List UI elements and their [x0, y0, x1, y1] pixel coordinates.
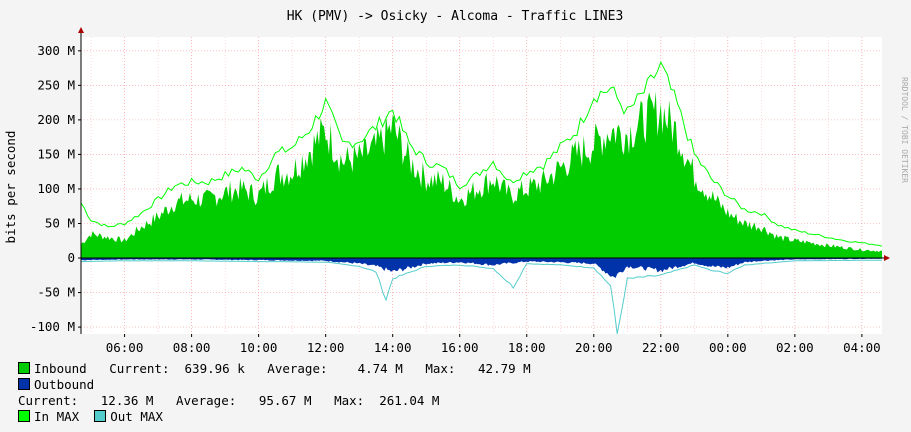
- x-tick-label: 14:00: [374, 340, 412, 355]
- plot-area: [81, 37, 882, 334]
- x-tick-label: 10:00: [240, 340, 278, 355]
- x-tick-label: 02:00: [776, 340, 814, 355]
- y-tick-label: 50 M: [45, 215, 75, 230]
- x-tick-label: 22:00: [642, 340, 680, 355]
- chart-title: HK (PMV) -> Osicky - Alcoma - Traffic LI…: [287, 9, 624, 24]
- y-tick-label: 150 M: [37, 146, 75, 161]
- x-tick-label: 08:00: [173, 340, 211, 355]
- x-tick-label: 16:00: [441, 340, 479, 355]
- outbound-label: Outbound: [34, 377, 95, 392]
- y-tick-label: 250 M: [37, 77, 75, 92]
- x-tick-label: 06:00: [106, 340, 144, 355]
- x-tick-label: 18:00: [508, 340, 546, 355]
- in-max-label: In MAX: [34, 409, 80, 424]
- y-tick-labels: -100 M -50 M 0 50 M 100 M 150 M 200 M 250 M 300 …: [30, 43, 81, 334]
- y-tick-label: 300 M: [37, 43, 75, 58]
- legend-inbound: Inbound Current: 639.96 k Average: 4.74 …: [18, 361, 531, 377]
- y-axis-label: bits per second: [3, 131, 18, 244]
- y-tick-label: -100 M: [30, 319, 75, 334]
- y-tick-label: -50 M: [37, 285, 75, 300]
- rrdtool-watermark: RRDTOOL / TOBI OETIKER: [900, 77, 909, 183]
- legend-outbound: Outbound: [18, 377, 94, 393]
- x-tick-label: 04:00: [843, 340, 881, 355]
- x-tick-label: 12:00: [307, 340, 345, 355]
- legend-outbound-stats: Current: 12.36 M Average: 95.67 M Max: 2…: [18, 393, 439, 409]
- x-tick-label: 00:00: [709, 340, 747, 355]
- in-max-swatch: [18, 410, 30, 422]
- inbound-stats: Current: 639.96 k Average: 4.74 M Max: 4…: [86, 361, 531, 376]
- legend-max: In MAX Out MAX: [18, 409, 163, 425]
- outbound-stats: Current: 12.36 M Average: 95.67 M Max: 2…: [18, 393, 440, 408]
- inbound-label: Inbound: [34, 361, 87, 376]
- y-tick-label: 100 M: [37, 181, 75, 196]
- out-max-label: Out MAX: [110, 409, 163, 424]
- outbound-swatch: [18, 378, 30, 390]
- inbound-swatch: [18, 362, 30, 374]
- x-tick-label: 20:00: [575, 340, 613, 355]
- out-max-swatch: [94, 410, 107, 422]
- y-tick-label: 0: [67, 250, 75, 265]
- y-tick-label: 200 M: [37, 112, 75, 127]
